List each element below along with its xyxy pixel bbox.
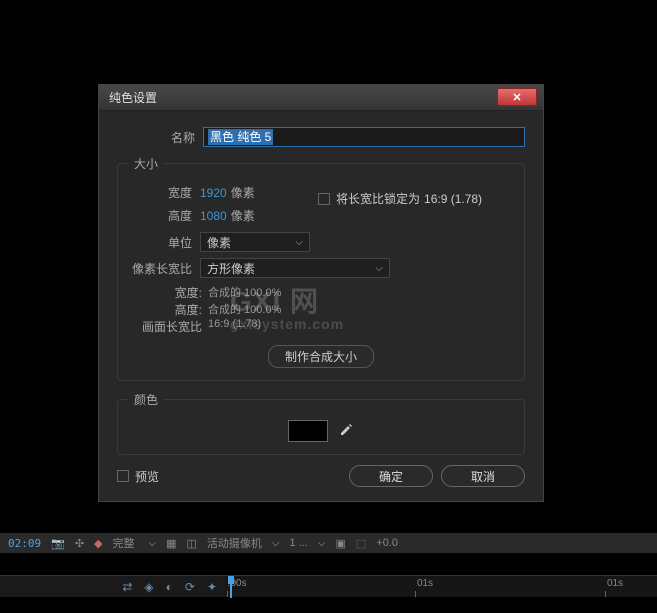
- time-ruler[interactable]: :00s 01s 01s: [225, 576, 657, 597]
- height-value[interactable]: 1080: [200, 209, 227, 223]
- frame-ar-value: 16:9 (1.78): [208, 318, 261, 335]
- dialog-title: 纯色设置: [109, 89, 157, 106]
- view-count-dropdown[interactable]: 1 ... ⌵: [290, 537, 326, 549]
- color-mgmt-icon[interactable]: ◆: [94, 537, 102, 550]
- timeline: ⇄ ◈ ◐ ⟳ ✦ :00s 01s 01s: [0, 575, 657, 597]
- color-fieldset: 颜色: [117, 391, 525, 455]
- toggle-3d-icon[interactable]: ⬚: [356, 537, 366, 550]
- preview-checkbox[interactable]: [117, 470, 129, 482]
- close-icon: ✕: [512, 91, 521, 104]
- par-value: 方形像素: [207, 260, 255, 277]
- tl-shy-icon[interactable]: ⇄: [122, 580, 132, 594]
- cancel-button[interactable]: 取消: [441, 465, 525, 487]
- info-height-value: 合成的 100.0%: [208, 301, 281, 318]
- chevron-down-icon: ⌵: [318, 538, 326, 549]
- height-unit: 像素: [231, 207, 255, 224]
- info-height-label: 高度:: [150, 301, 208, 318]
- mask-icon[interactable]: ◫: [187, 537, 197, 550]
- dialog-titlebar[interactable]: 纯色设置 ✕: [99, 85, 543, 111]
- width-label: 宽度: [128, 184, 200, 201]
- tl-motion-blur-icon[interactable]: ⟳: [185, 580, 195, 594]
- adjust-icon[interactable]: ✣: [75, 537, 84, 550]
- solid-settings-dialog: 纯色设置 ✕ 名称 黑色 纯色 5 大小 宽度 1920 像素 高度 1080 …: [98, 84, 544, 502]
- timecode[interactable]: 02:09: [8, 537, 41, 550]
- height-label: 高度: [128, 207, 200, 224]
- color-legend: 颜色: [128, 391, 164, 408]
- units-label: 单位: [128, 234, 200, 251]
- close-button[interactable]: ✕: [497, 88, 537, 106]
- info-width-label: 宽度:: [150, 284, 208, 301]
- grid-icon[interactable]: ▦: [166, 537, 176, 550]
- chevron-down-icon: ⌵: [272, 538, 280, 549]
- chevron-down-icon: ⌵: [295, 237, 303, 248]
- chevron-down-icon: ⌵: [149, 538, 157, 549]
- name-value: 黑色 纯色 5: [208, 129, 273, 145]
- tick-label: :00s: [228, 578, 247, 589]
- eyedropper-icon[interactable]: [338, 422, 354, 441]
- size-legend: 大小: [128, 155, 164, 172]
- render-quality-dropdown[interactable]: 完整 ⌵: [113, 535, 157, 551]
- info-width-value: 合成的 100.0%: [208, 284, 281, 301]
- name-label: 名称: [117, 129, 203, 146]
- tl-brain-icon[interactable]: ✦: [207, 580, 217, 594]
- chevron-down-icon: ⌵: [375, 263, 383, 274]
- snapshot-icon[interactable]: 📷: [51, 537, 65, 550]
- width-value[interactable]: 1920: [200, 186, 227, 200]
- units-dropdown[interactable]: 像素 ⌵: [200, 232, 310, 252]
- bottom-toolbar: 02:09 📷 ✣ ◆ 完整 ⌵ ▦ ◫ 活动摄像机 ⌵ 1 ... ⌵ ▣ ⬚…: [0, 533, 657, 553]
- units-value: 像素: [207, 234, 231, 251]
- tl-graph-icon[interactable]: ◈: [144, 580, 153, 594]
- color-swatch[interactable]: [288, 420, 328, 442]
- name-input[interactable]: 黑色 纯色 5: [203, 127, 525, 147]
- size-fieldset: 大小 宽度 1920 像素 高度 1080 像素 将长宽比锁定为 16:9 (1…: [117, 155, 525, 381]
- lock-aspect-label: 将长宽比锁定为: [336, 190, 420, 207]
- tl-blend-icon[interactable]: ◐: [166, 580, 173, 594]
- par-label: 像素长宽比: [128, 260, 200, 277]
- toggle-alpha-icon[interactable]: ▣: [335, 537, 345, 550]
- tick-label: 01s: [607, 578, 623, 589]
- par-dropdown[interactable]: 方形像素 ⌵: [200, 258, 390, 278]
- lock-aspect-checkbox[interactable]: [318, 193, 330, 205]
- exposure-value[interactable]: +0.0: [376, 537, 398, 549]
- frame-ar-label: 画面长宽比: [130, 318, 208, 335]
- ok-button[interactable]: 确定: [349, 465, 433, 487]
- lock-aspect-ratio: 16:9 (1.78): [424, 192, 482, 206]
- preview-label: 预览: [135, 468, 159, 485]
- width-unit: 像素: [231, 184, 255, 201]
- make-comp-size-button[interactable]: 制作合成大小: [268, 345, 374, 368]
- camera-dropdown[interactable]: 活动摄像机 ⌵: [207, 535, 280, 551]
- tick-label: 01s: [417, 578, 433, 589]
